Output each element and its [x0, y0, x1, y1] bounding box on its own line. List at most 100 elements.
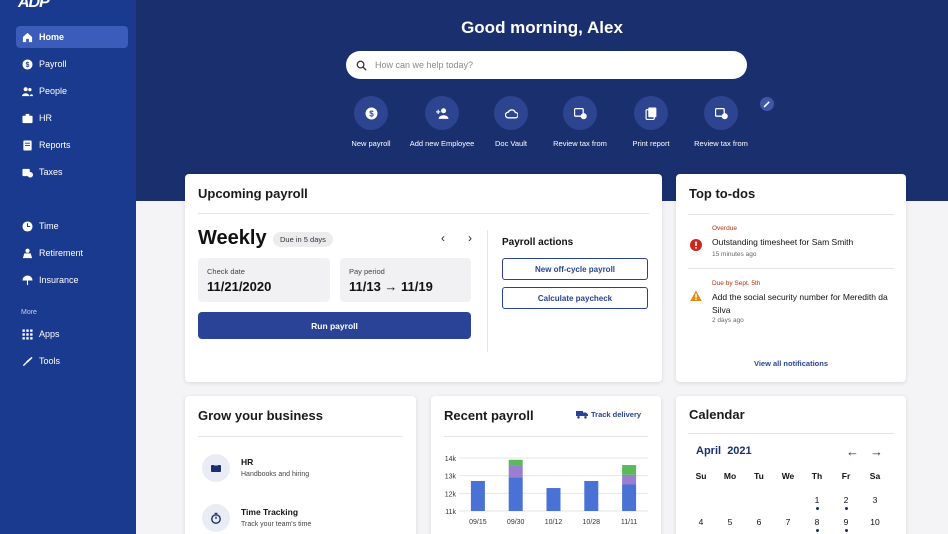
- calendar-day[interactable]: 9: [836, 517, 856, 527]
- people-icon: [16, 86, 36, 97]
- clock-icon: [16, 220, 36, 232]
- sidebar-item-label: Tools: [39, 356, 61, 366]
- calendar-day[interactable]: 2: [836, 495, 856, 505]
- arrow-left-icon[interactable]: ←: [846, 444, 859, 459]
- grow-business-title: Grow your business: [198, 408, 323, 423]
- chart-bar[interactable]: [470, 480, 485, 511]
- search-bar[interactable]: [346, 51, 747, 79]
- quick-action-label: Print report: [632, 139, 670, 148]
- calendar-day[interactable]: 1: [807, 495, 827, 505]
- grow-item-hr[interactable]: HR Handbooks and hiring: [202, 454, 402, 484]
- chart-bar[interactable]: [508, 459, 523, 466]
- sidebar-item-reports[interactable]: Reports: [16, 134, 128, 156]
- grow-item-time-tracking[interactable]: Time Tracking Track your team's time: [202, 504, 402, 534]
- grow-item-title: HR: [241, 457, 254, 467]
- pencil-icon: [763, 101, 770, 108]
- sidebar-item-label: Home: [39, 32, 65, 42]
- grow-item-subtitle: Track your team's time: [241, 521, 312, 528]
- calendar-day[interactable]: 3: [865, 495, 885, 505]
- cloud-icon: [494, 96, 528, 130]
- chart-ytick-label: 13k: [445, 474, 457, 481]
- sidebar-item-hr[interactable]: HR: [16, 107, 128, 129]
- calendar-event-dot: [815, 507, 819, 510]
- track-delivery-link[interactable]: Track delivery: [576, 410, 641, 419]
- todo-text: Add the social security number for Mered…: [712, 292, 888, 315]
- chart-bar[interactable]: [508, 465, 523, 478]
- todo-tag: Due by Sept. 5th: [712, 280, 761, 287]
- chevron-right-icon[interactable]: ›: [463, 231, 477, 245]
- chart-bar[interactable]: [546, 488, 561, 511]
- more-section-label: More: [21, 309, 37, 316]
- quick-action-label: Review tax from: [694, 139, 748, 148]
- search-input[interactable]: [375, 60, 715, 70]
- sidebar-item-taxes[interactable]: Taxes: [16, 161, 128, 183]
- taxes-icon: [16, 167, 36, 178]
- chart-bar[interactable]: [622, 465, 637, 475]
- chart-ytick-label: 11k: [445, 509, 456, 516]
- sidebar-item-apps[interactable]: Apps: [16, 323, 128, 345]
- grow-business-card: Grow your business HR Handbooks and hiri…: [185, 396, 416, 534]
- sidebar-item-insurance[interactable]: Insurance: [16, 269, 128, 291]
- top-todos-card: Top to-dos Overdue Outstanding timesheet…: [676, 174, 906, 382]
- tools-icon: [16, 356, 36, 367]
- calendar-day[interactable]: 8: [807, 517, 827, 527]
- view-all-notifications-link[interactable]: View all notifications: [676, 359, 906, 368]
- sidebar-item-time[interactable]: Time: [16, 215, 128, 237]
- todo-item[interactable]: Due by Sept. 5th Add the social security…: [688, 280, 888, 326]
- upcoming-payroll-card: Upcoming payroll Weekly Due in 5 days ‹ …: [185, 174, 662, 382]
- grow-item-title: Time Tracking: [241, 507, 299, 517]
- pay-period-value: 11/13 → 11/19: [349, 279, 433, 294]
- sidebar-item-retirement[interactable]: Retirement: [16, 242, 128, 264]
- umbrella-icon: [16, 274, 36, 286]
- adp-logo[interactable]: ADP: [18, 0, 50, 12]
- new-off-cycle-payroll-button[interactable]: New off-cycle payroll: [502, 258, 648, 280]
- quick-action-print-report[interactable]: Print report: [611, 96, 691, 148]
- arrow-right-icon[interactable]: →: [870, 444, 883, 459]
- quick-action-new-payroll[interactable]: $ New payroll: [331, 96, 411, 148]
- sidebar-item-label: Apps: [39, 329, 60, 339]
- todo-time: 2 days ago: [712, 317, 744, 324]
- reports-icon: [16, 139, 36, 151]
- sidebar-item-home[interactable]: Home: [16, 26, 128, 48]
- edit-quick-actions-button[interactable]: [760, 97, 774, 111]
- error-circle-icon: [690, 239, 702, 251]
- sidebar-item-tools[interactable]: Tools: [16, 350, 128, 372]
- quick-action-doc-vault[interactable]: Doc Vault: [471, 96, 551, 148]
- chart-bar[interactable]: [622, 474, 637, 485]
- chevron-left-icon[interactable]: ‹: [436, 231, 450, 245]
- home-icon: [16, 32, 36, 43]
- calendar-day[interactable]: 4: [691, 517, 711, 527]
- calendar-event-dot: [844, 529, 848, 532]
- quick-action-label: New payroll: [351, 139, 391, 148]
- calendar-day[interactable]: 6: [749, 517, 769, 527]
- quick-action-review-tax-from[interactable]: Review tax from: [540, 96, 620, 148]
- calendar-day[interactable]: 5: [720, 517, 740, 527]
- sidebar: ADP Home $ Payroll People HR Reports Taxes Time…: [0, 0, 136, 534]
- sidebar-item-label: Time: [39, 221, 59, 231]
- sidebar-item-payroll[interactable]: $ Payroll: [16, 53, 128, 75]
- upcoming-payroll-title: Upcoming payroll: [198, 186, 308, 201]
- hr-icon: [202, 454, 230, 482]
- sidebar-item-people[interactable]: People: [16, 80, 128, 102]
- stopwatch-icon: [202, 504, 230, 532]
- quick-action-label: Review tax from: [553, 139, 607, 148]
- run-payroll-button[interactable]: Run payroll: [198, 312, 471, 339]
- tax-review-icon: [563, 96, 597, 130]
- calendar-day[interactable]: 7: [778, 517, 798, 527]
- chart-xtick-label: 09/30: [507, 519, 525, 526]
- calendar-weekday: Th: [811, 471, 823, 481]
- sidebar-item-label: HR: [39, 113, 52, 123]
- calendar-day[interactable]: 10: [865, 517, 885, 527]
- calculate-paycheck-button[interactable]: Calculate paycheck: [502, 287, 648, 309]
- todo-time: 15 minutes ago: [712, 251, 757, 258]
- sidebar-item-label: Insurance: [39, 275, 79, 285]
- quick-action-add-new-employee[interactable]: Add new Employee: [402, 96, 482, 148]
- sidebar-item-label: Reports: [39, 140, 71, 150]
- todo-item[interactable]: Overdue Outstanding timesheet for Sam Sm…: [688, 225, 888, 265]
- chart-bar[interactable]: [584, 480, 599, 511]
- quick-action-review-tax-from[interactable]: Review tax from: [681, 96, 761, 148]
- chart-bar[interactable]: [508, 477, 523, 511]
- chart-bar[interactable]: [622, 484, 637, 512]
- dollar-circle-icon: $: [354, 96, 388, 130]
- calendar-weekday: We: [781, 471, 795, 481]
